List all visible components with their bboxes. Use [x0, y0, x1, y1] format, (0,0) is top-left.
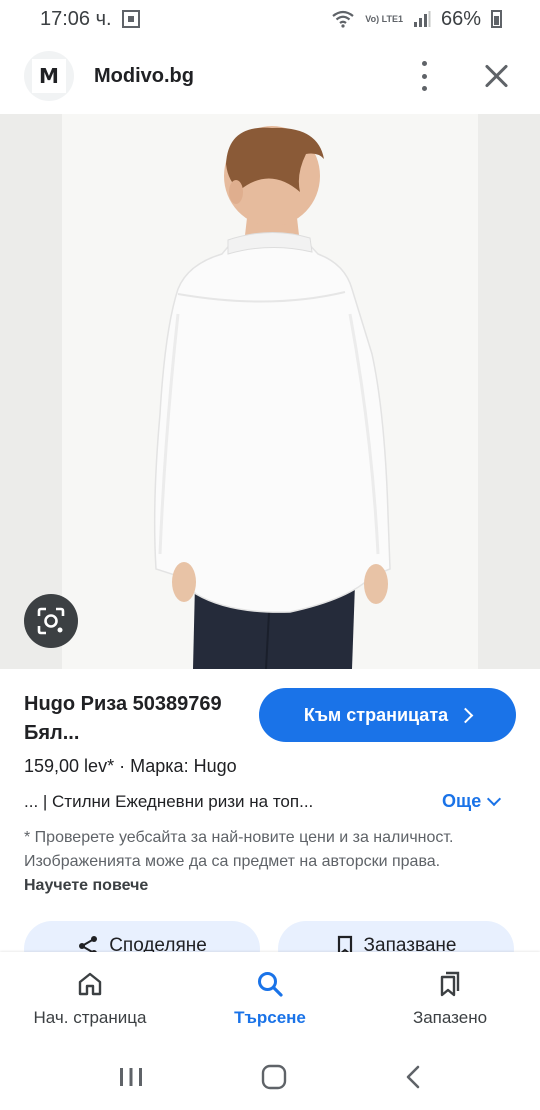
disclaimer-text: * Проверете уебсайта за най-новите цени …: [24, 829, 454, 870]
site-logo[interactable]: M: [24, 51, 74, 101]
wifi-icon: [332, 10, 354, 28]
product-photo: [0, 114, 540, 669]
status-right: Vo) LTE1 66%: [331, 8, 502, 31]
nav-item-home[interactable]: Нач. страница: [0, 952, 180, 1028]
nav-label-home: Нач. страница: [33, 1008, 147, 1027]
battery-percent: 66%: [440, 7, 481, 30]
product-image[interactable]: [0, 114, 540, 669]
learn-more-link[interactable]: Научете повече: [24, 877, 148, 894]
nav-item-search[interactable]: Търсене: [180, 952, 360, 1028]
more-label: Още: [442, 791, 482, 811]
site-name[interactable]: Modivo.bg: [94, 65, 194, 88]
system-navigation: [0, 1044, 540, 1110]
product-title: Hugo Риза 50389769 Бял...: [24, 693, 222, 744]
status-bar: 17:06 ч. Vo) LTE1 66%: [0, 0, 540, 38]
qr-icon: [121, 10, 140, 28]
more-button[interactable]: Още: [442, 791, 502, 812]
chevron-right-icon: [457, 707, 474, 723]
nav-label-search: Търсене: [234, 1008, 306, 1027]
visit-page-label: Към страницата: [303, 704, 449, 725]
nav-label-saved: Запазено: [412, 1008, 488, 1027]
header: M Modivo.bg: [0, 38, 540, 114]
home-button-icon[interactable]: [261, 1064, 287, 1090]
home-icon: [78, 972, 102, 996]
visit-page-button[interactable]: Към страницата: [259, 688, 516, 742]
status-time: 17:06 ч.: [40, 7, 112, 30]
disclaimer: * Проверете уебсайта за най-новите цени …: [24, 826, 494, 898]
back-icon[interactable]: [404, 1064, 422, 1090]
site-logo-letter: M: [32, 59, 66, 93]
battery-icon: [491, 10, 502, 28]
network-indicator: Vo) LTE1: [365, 13, 403, 24]
bottom-navigation: Нач. страница Търсене Запазено: [0, 952, 540, 1044]
close-icon[interactable]: [484, 63, 510, 89]
signal-icon: [413, 11, 431, 27]
recent-apps-icon[interactable]: [118, 1066, 144, 1088]
lens-search-button[interactable]: [24, 594, 78, 648]
camera-lens-icon: [37, 607, 65, 635]
search-icon: [258, 972, 283, 997]
price-brand-line: 159,00 lev* · Марка: Hugo: [24, 756, 237, 776]
saved-icon: [440, 971, 460, 997]
nav-item-saved[interactable]: Запазено: [360, 952, 540, 1028]
status-left: 17:06 ч.: [40, 8, 140, 31]
product-description: ... | Стилни Ежедневни ризи на топ...: [24, 792, 314, 811]
more-options-icon[interactable]: [412, 61, 436, 91]
chevron-down-icon: [487, 791, 502, 807]
